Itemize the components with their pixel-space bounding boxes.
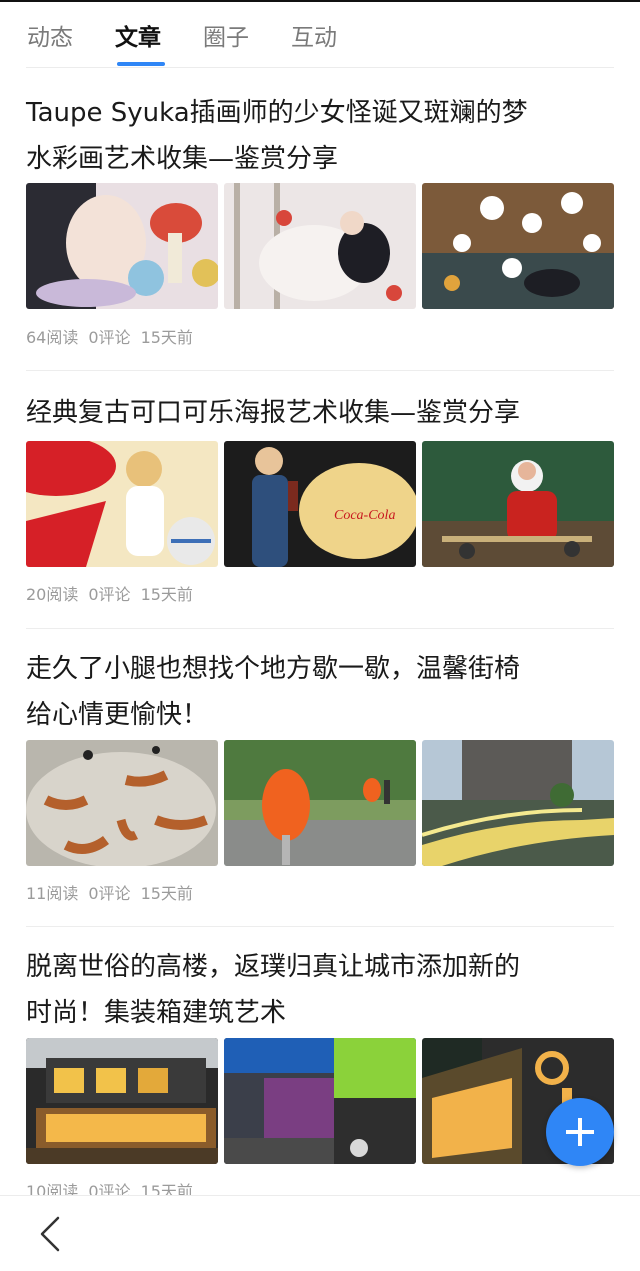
active-tab-indicator <box>117 62 165 66</box>
article-thumbnails <box>26 1038 614 1164</box>
article-thumbnail[interactable]: Coca-Cola <box>224 441 416 567</box>
tab-interactions[interactable]: 互动 <box>291 18 337 52</box>
tab-circles[interactable]: 圈子 <box>203 18 249 52</box>
article-meta: 11阅读 0评论 15天前 <box>26 880 203 904</box>
article-thumbnail[interactable] <box>26 183 218 309</box>
article-thumbnail[interactable] <box>422 441 614 567</box>
article-thumbnail[interactable] <box>224 183 416 309</box>
tab-bar: 动态 文章 圈子 互动 <box>0 0 640 68</box>
article-meta: 64阅读 0评论 15天前 <box>26 324 203 348</box>
read-count: 64阅读 <box>26 328 79 347</box>
article-thumbnail[interactable] <box>224 740 416 866</box>
article-thumbnail[interactable] <box>224 1038 416 1164</box>
tab-articles[interactable]: 文章 <box>115 18 161 52</box>
article-thumbnail[interactable] <box>422 183 614 309</box>
divider <box>26 370 614 371</box>
chevron-left-icon <box>40 1216 60 1252</box>
article-card[interactable]: Taupe Syuka插画师的少女怪诞又斑斓的梦 水彩画艺术收集—鉴赏分享 64… <box>26 90 614 371</box>
post-time: 15天前 <box>140 884 193 903</box>
tab-dynamics[interactable]: 动态 <box>27 18 73 52</box>
read-count: 11阅读 <box>26 884 79 903</box>
article-thumbnail[interactable] <box>26 441 218 567</box>
article-meta: 20阅读 0评论 15天前 <box>26 581 203 605</box>
comment-count: 0评论 <box>88 328 131 347</box>
article-thumbnail[interactable] <box>26 1038 218 1164</box>
svg-text:Coca-Cola: Coca-Cola <box>334 508 395 523</box>
add-post-button[interactable] <box>546 1098 614 1166</box>
comment-count: 0评论 <box>88 884 131 903</box>
article-card[interactable]: 脱离世俗的高楼，返璞归真让城市添加新的 时尚！集装箱建筑艺术 10阅读 0评论 … <box>26 944 614 1201</box>
article-title[interactable]: Taupe Syuka插画师的少女怪诞又斑斓的梦 水彩画艺术收集—鉴赏分享 <box>26 90 614 182</box>
plus-icon <box>566 1118 594 1146</box>
article-title[interactable]: 经典复古可口可乐海报艺术收集—鉴赏分享 <box>26 390 614 436</box>
article-thumbnails: Coca-Cola <box>26 441 614 567</box>
divider <box>26 67 614 68</box>
post-time: 15天前 <box>140 585 193 604</box>
back-button[interactable] <box>32 1214 68 1254</box>
article-title[interactable]: 脱离世俗的高楼，返璞归真让城市添加新的 时尚！集装箱建筑艺术 <box>26 944 614 1036</box>
divider <box>26 628 614 629</box>
article-thumbnails <box>26 183 614 309</box>
article-thumbnails <box>26 740 614 866</box>
article-thumbnail[interactable] <box>26 740 218 866</box>
bottom-nav-bar <box>0 1195 640 1271</box>
divider <box>26 926 614 927</box>
article-title[interactable]: 走久了小腿也想找个地方歇一歇，温馨街椅 给心情更愉快！ <box>26 646 614 738</box>
article-card[interactable]: 经典复古可口可乐海报艺术收集—鉴赏分享 Coca-Cola 20阅读 0评论 1… <box>26 390 614 629</box>
post-time: 15天前 <box>140 328 193 347</box>
article-card[interactable]: 走久了小腿也想找个地方歇一歇，温馨街椅 给心情更愉快！ 11阅读 0评论 15天… <box>26 646 614 927</box>
comment-count: 0评论 <box>88 585 131 604</box>
read-count: 20阅读 <box>26 585 79 604</box>
article-thumbnail[interactable] <box>422 740 614 866</box>
